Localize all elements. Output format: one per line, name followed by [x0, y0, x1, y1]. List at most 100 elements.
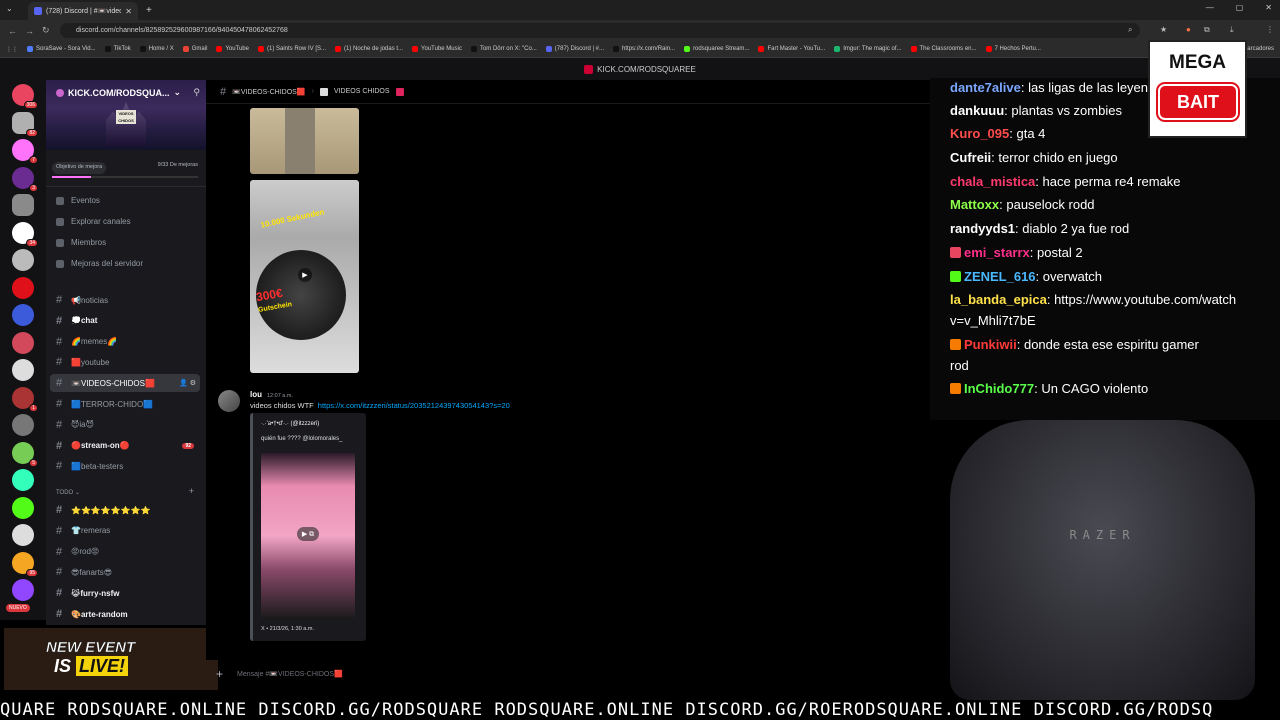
close-window-icon[interactable]: ✕	[1265, 3, 1272, 12]
menu-item[interactable]: Mejoras del servidor	[56, 259, 143, 268]
server-icon[interactable]	[12, 276, 34, 299]
reload-icon[interactable]: ↻	[42, 25, 50, 36]
bookmark-item[interactable]: YouTube	[216, 46, 249, 52]
channel-item[interactable]: # 📢noticias	[50, 291, 200, 309]
extensions-puzzle-icon[interactable]: ⧉	[1204, 25, 1210, 35]
channel-item[interactable]: # 😈ia😈	[50, 416, 200, 434]
server-icon[interactable]	[12, 304, 34, 326]
server-icon[interactable]: 82	[12, 111, 38, 137]
bookmark-item[interactable]: (787) Discord | #...	[545, 46, 604, 52]
bookmark-item[interactable]: Tom Dörr on X: "Co...	[470, 46, 537, 52]
bookmark-item[interactable]: Home / X	[139, 46, 174, 52]
bookmark-item[interactable]: Imgur: The magic of...	[834, 46, 902, 52]
channel-item[interactable]: # 🌈memes🌈	[50, 333, 200, 351]
downloads-icon[interactable]: ⤓	[1230, 25, 1234, 35]
channel-item[interactable]: # 🎨arte-random	[50, 605, 200, 623]
bookmark-item[interactable]: YouTube Music	[412, 46, 462, 52]
menu-item[interactable]: Eventos	[56, 196, 100, 205]
zoom-icon[interactable]: ⌕	[1128, 25, 1132, 35]
bookmark-item[interactable]: Fart Master - YouTu...	[758, 46, 825, 52]
scrolling-ticker: QUARE RODSQUARE.ONLINE DISCORD.GG/RODSQU…	[0, 700, 1280, 720]
server-icon[interactable]: 1	[12, 386, 38, 412]
invite-icon[interactable]: ⚲	[193, 87, 200, 98]
play-icon[interactable]: ▶ ⧉	[297, 527, 319, 541]
add-attachment-icon[interactable]: +	[216, 667, 223, 681]
server-icon[interactable]: 34	[12, 221, 38, 247]
bookmark-item[interactable]: TikTok	[104, 46, 131, 52]
server-name[interactable]: KICK.COM/RODSQUA... ⌄	[56, 87, 181, 98]
server-icon[interactable]	[12, 359, 34, 381]
maximize-icon[interactable]: ▢	[1236, 3, 1244, 12]
channel-settings-icon[interactable]: 👤 ⚙	[179, 379, 196, 387]
server-icon[interactable]: 95	[12, 551, 38, 577]
bookmark-item[interactable]: https://x.com/Rain...	[613, 46, 675, 52]
hash-icon: #	[56, 504, 63, 516]
server-icon[interactable]	[12, 496, 34, 519]
menu-item[interactable]: Explorar canales	[56, 217, 131, 226]
boost-goal[interactable]: Objetivo de mejora 9/33 De mejoras	[52, 162, 198, 174]
attachment-video[interactable]: 10.000 Sekunden ▶ 300€ Gutschein	[250, 180, 359, 373]
message-author[interactable]: lou	[250, 390, 262, 399]
server-icon[interactable]: 7	[12, 139, 38, 164]
tab-search-icon[interactable]: ⌄	[6, 4, 13, 13]
channel-title[interactable]: 📼VIDEOS-CHIDOS🟥	[232, 88, 305, 96]
apps-icon[interactable]: ⋮⋮	[6, 46, 18, 53]
message-composer[interactable]: + Mensaje #📼VIDEOS-CHIDOS🟥	[216, 664, 916, 684]
add-channel-icon[interactable]: +	[189, 486, 194, 496]
bookmark-item[interactable]: Gmail	[182, 46, 207, 52]
bookmark-star-icon[interactable]: ★	[1160, 25, 1167, 34]
channel-item[interactable]: # 😡rod😡	[50, 543, 200, 561]
bookmark-item[interactable]: SoraSave - Sora Vid...	[27, 46, 96, 52]
channel-item[interactable]: # 🔴stream-on🔴 92	[50, 437, 200, 455]
channel-item[interactable]: # 👕remeras	[50, 522, 200, 540]
server-icon[interactable]	[12, 194, 34, 216]
bookmark-item[interactable]: The Classrooms en...	[910, 46, 977, 52]
server-icon[interactable]	[12, 414, 34, 436]
menu-item[interactable]: Miembros	[56, 238, 106, 247]
server-icon[interactable]	[12, 524, 34, 546]
server-icon[interactable]	[12, 331, 34, 354]
server-icon[interactable]	[12, 579, 34, 601]
extension-icon[interactable]: ●	[1186, 25, 1191, 34]
message-link[interactable]: https://x.com/itzzzeri/status/2035212439…	[318, 401, 510, 410]
bookmark-item[interactable]: rodsquaree Stream...	[684, 46, 749, 52]
channel-item[interactable]: # 🟥youtube	[50, 353, 200, 371]
menu-item-label: Mejoras del servidor	[71, 259, 144, 268]
new-tab-button[interactable]: +	[146, 5, 152, 16]
channel-item[interactable]: # 😹furry-nsfw	[50, 584, 200, 602]
bookmark-item[interactable]: (1) Saints Row IV [S...	[257, 46, 326, 52]
category-todo[interactable]: TODO ⌄	[56, 489, 80, 496]
back-icon[interactable]: ←	[8, 26, 17, 36]
channel-item[interactable]: # 📼VIDEOS-CHIDOS🟥 👤 ⚙	[50, 374, 200, 393]
stream-chat-text: postal 2	[1037, 245, 1083, 260]
browser-tab[interactable]: (728) Discord | #📼videos-chid ✕	[28, 2, 138, 20]
server-icon[interactable]: 5	[12, 441, 38, 467]
hash-icon: #	[56, 524, 63, 537]
thread-title[interactable]: VIDEOS CHIDOS	[334, 88, 390, 95]
server-icon[interactable]	[12, 469, 34, 491]
channel-item[interactable]: # 🟦TERROR-CHIDO🟦	[50, 395, 200, 413]
menu-kebab-icon[interactable]: ⋮	[1266, 25, 1274, 34]
server-icon[interactable]	[12, 249, 34, 271]
stream-chat-user: Mattoxx	[950, 197, 1000, 212]
channel-item[interactable]: # 💭chat	[50, 312, 200, 330]
play-icon[interactable]: ▶	[298, 268, 312, 282]
server-icon[interactable]: 306	[12, 84, 38, 109]
address-bar[interactable]: discord.com/channels/825892529600987166/…	[60, 23, 1140, 38]
embed-author[interactable]: ·.·'a•†•d'·.· (@itzzzeri)	[261, 421, 319, 427]
avatar[interactable]	[218, 390, 240, 412]
bookmark-item[interactable]: (1) Noche de jodas t...	[335, 46, 403, 52]
stream-chat-message: chala_mistica: hace perma re4 remake	[950, 174, 1181, 189]
channel-item[interactable]: # 😎fanarts😎	[50, 563, 200, 581]
server-icon[interactable]: 3	[12, 166, 38, 192]
event-banner[interactable]: NEW EVENT IS LIVE!	[4, 628, 218, 690]
bookmark-item[interactable]: 7 Hechos Pertu...	[985, 46, 1041, 52]
bookmarks-folder[interactable]: Marcadores	[1242, 46, 1274, 52]
channel-item[interactable]: # 🟦beta-testers	[50, 457, 200, 475]
channel-item[interactable]: # ⭐⭐⭐⭐⭐⭐⭐⭐	[50, 501, 200, 519]
forward-icon[interactable]: →	[25, 26, 34, 36]
attachment-image[interactable]	[250, 108, 359, 174]
close-tab-icon[interactable]: ✕	[125, 7, 132, 16]
embed-video[interactable]: ▶ ⧉	[261, 453, 355, 619]
minimize-icon[interactable]: —	[1206, 3, 1214, 12]
